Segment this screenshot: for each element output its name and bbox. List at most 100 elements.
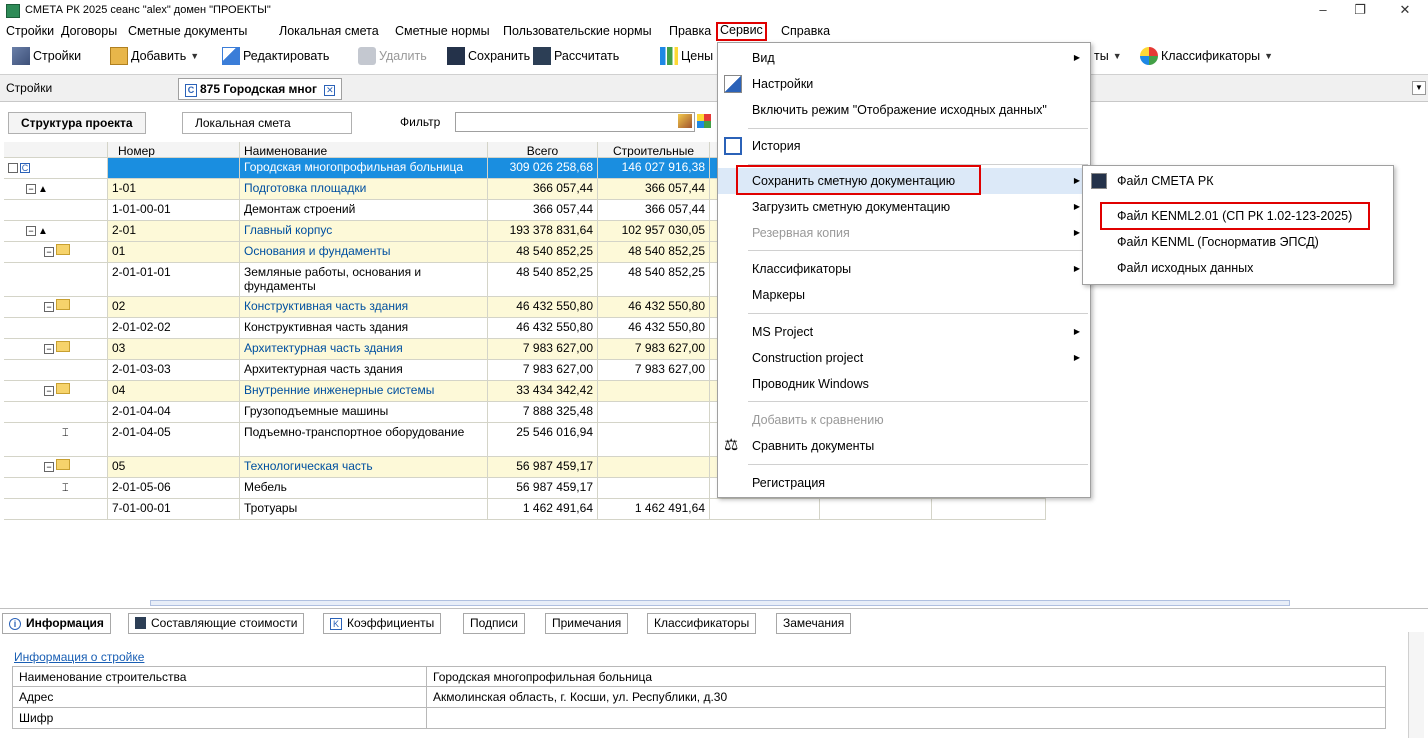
- row-tree-toggle[interactable]: −: [4, 339, 108, 359]
- row-tree-toggle[interactable]: [4, 200, 108, 220]
- classifiers-button[interactable]: Классификаторы ▼: [1140, 45, 1273, 67]
- tab-structure[interactable]: Структура проекта: [8, 112, 146, 134]
- info-value[interactable]: Акмолинская область, г. Косши, ул. Респу…: [427, 687, 733, 707]
- tab-cost-components[interactable]: Составляющие стоимости: [128, 613, 305, 634]
- calculate-button[interactable]: Рассчитать: [533, 45, 619, 67]
- restore-button[interactable]: ❐: [1345, 2, 1375, 20]
- horizontal-scrollbar[interactable]: [150, 600, 1290, 606]
- row-tree-toggle[interactable]: −: [4, 297, 108, 317]
- collapse-icon[interactable]: −: [44, 462, 54, 472]
- menu-view[interactable]: Вид ▶: [718, 45, 1090, 71]
- collapse-icon[interactable]: −: [44, 344, 54, 354]
- stroyki-button[interactable]: Стройки: [12, 45, 81, 67]
- menu-contracts[interactable]: Договоры: [58, 23, 120, 40]
- menu-load-docs[interactable]: Загрузить сметную документацию ▶: [718, 194, 1090, 220]
- add-button[interactable]: Добавить ▼: [110, 45, 199, 67]
- row-tree-toggle[interactable]: [4, 318, 108, 338]
- menu-markers[interactable]: Маркеры: [718, 282, 1090, 308]
- collapse-icon[interactable]: −: [44, 247, 54, 257]
- row-tree-toggle[interactable]: − ▲: [4, 221, 108, 241]
- menu-compare[interactable]: ⚖ Сравнить документы: [718, 433, 1090, 459]
- row-tree-toggle[interactable]: −: [4, 381, 108, 401]
- table-row[interactable]: 7-01-00-01 Тротуары 1 462 491,64 1 462 491,…: [4, 499, 1046, 520]
- row-tree-toggle[interactable]: −: [4, 457, 108, 477]
- collapse-icon[interactable]: −: [8, 163, 18, 173]
- tab-local-estimate[interactable]: Локальная смета: [182, 112, 352, 134]
- menu-construction-project[interactable]: Construction project ▶: [718, 345, 1090, 371]
- info-row: Наименование строительства Городская мно…: [12, 666, 1386, 687]
- collapse-icon[interactable]: −: [26, 226, 36, 236]
- save-button[interactable]: Сохранить: [447, 45, 530, 67]
- menu-stroyki[interactable]: Стройки: [3, 23, 57, 40]
- row-tree-toggle[interactable]: ⌶: [4, 478, 108, 498]
- row-tree-toggle[interactable]: [4, 360, 108, 380]
- menu-kenml-label: Файл KENML (Госнорматив ЭПСД): [1117, 235, 1319, 249]
- col-construction[interactable]: Строительные: [598, 142, 710, 157]
- menu-settings[interactable]: Настройки: [718, 71, 1090, 97]
- tab-classifiers[interactable]: Классификаторы: [647, 613, 757, 634]
- menu-add-compare[interactable]: Добавить к сравнению: [718, 407, 1090, 433]
- menu-smeta-file[interactable]: Файл СМЕТА РК: [1083, 168, 1393, 194]
- brush-icon[interactable]: [678, 114, 692, 128]
- info-link[interactable]: Информация о стройке: [14, 650, 144, 664]
- tab-signatures[interactable]: Подписи: [463, 613, 525, 634]
- chevron-right-icon: ▶: [1073, 202, 1080, 211]
- tab-information[interactable]: i Информация: [2, 613, 111, 634]
- info-value[interactable]: Городская многопрофильная больница: [427, 667, 658, 687]
- row-tree-toggle[interactable]: [4, 402, 108, 422]
- edit-button[interactable]: Редактировать: [222, 45, 329, 67]
- menu-source-mode[interactable]: Включить режим "Отображение исходных дан…: [718, 97, 1090, 123]
- folder-icon: [56, 459, 70, 470]
- menu-help[interactable]: Справка: [778, 23, 833, 40]
- grid-color-icon[interactable]: [697, 114, 711, 128]
- menu-explorer-label: Проводник Windows: [752, 377, 869, 391]
- menu-kenml[interactable]: Файл KENML (Госнорматив ЭПСД): [1083, 229, 1393, 255]
- tab-notes[interactable]: Примечания: [545, 613, 629, 634]
- close-icon[interactable]: ✕: [324, 85, 336, 96]
- col-name[interactable]: Наименование: [240, 142, 488, 157]
- menu-norms[interactable]: Сметные нормы: [392, 23, 493, 40]
- row-tree-toggle[interactable]: − ▲: [4, 179, 108, 199]
- k-icon: K: [330, 618, 342, 630]
- collapse-icon[interactable]: −: [26, 184, 36, 194]
- filter-input[interactable]: [455, 112, 695, 132]
- col-number[interactable]: Номер: [108, 142, 240, 157]
- tabs-dropdown-icon[interactable]: ▼: [1412, 81, 1426, 95]
- menu-user-norms[interactable]: Пользовательские нормы: [500, 23, 655, 40]
- menu-local-estimate[interactable]: Локальная смета: [276, 23, 382, 40]
- vertical-scrollbar[interactable]: [1408, 632, 1424, 738]
- menu-ms-project[interactable]: MS Project ▶: [718, 319, 1090, 345]
- tab-stroyki[interactable]: Стройки: [6, 81, 52, 95]
- tab-coefficients[interactable]: K Коэффициенты: [323, 613, 442, 634]
- row-tree-toggle[interactable]: [4, 499, 108, 519]
- menu-registration[interactable]: Регистрация: [718, 470, 1090, 496]
- collapse-icon[interactable]: −: [44, 386, 54, 396]
- menu-service[interactable]: Сервис: [716, 22, 767, 41]
- row-tree-toggle[interactable]: ⌶: [4, 423, 108, 456]
- menu-classifiers[interactable]: Классификаторы ▶: [718, 256, 1090, 282]
- menu-settings-label: Настройки: [752, 77, 814, 91]
- row-tree-toggle[interactable]: − С: [4, 158, 108, 178]
- prices-button[interactable]: Цены: [660, 45, 713, 67]
- menu-explorer[interactable]: Проводник Windows: [718, 371, 1090, 397]
- minimize-button[interactable]: –: [1308, 2, 1338, 20]
- close-button[interactable]: ✕: [1390, 2, 1420, 20]
- row-construction: [598, 381, 710, 401]
- menu-backup[interactable]: Резервная копия ▶: [718, 220, 1090, 246]
- menu-history[interactable]: История: [718, 133, 1090, 159]
- collapse-icon[interactable]: −: [44, 302, 54, 312]
- chevron-right-icon: ▶: [1073, 228, 1080, 237]
- menu-estimate-docs[interactable]: Сметные документы: [125, 23, 250, 40]
- menu-edit[interactable]: Правка: [666, 23, 714, 40]
- row-construction: 48 540 852,25: [598, 242, 710, 262]
- menu-source-file[interactable]: Файл исходных данных: [1083, 255, 1393, 281]
- tab-doc-875[interactable]: С 875 Городская мног ✕: [178, 78, 343, 100]
- reports-button[interactable]: ты ▼: [1094, 45, 1122, 67]
- folder-icon: [56, 383, 70, 394]
- col-total[interactable]: Всего: [488, 142, 598, 157]
- info-value[interactable]: [427, 708, 439, 714]
- delete-button[interactable]: Удалить: [358, 45, 427, 67]
- tab-remarks[interactable]: Замечания: [776, 613, 852, 634]
- row-tree-toggle[interactable]: −: [4, 242, 108, 262]
- row-tree-toggle[interactable]: [4, 263, 108, 296]
